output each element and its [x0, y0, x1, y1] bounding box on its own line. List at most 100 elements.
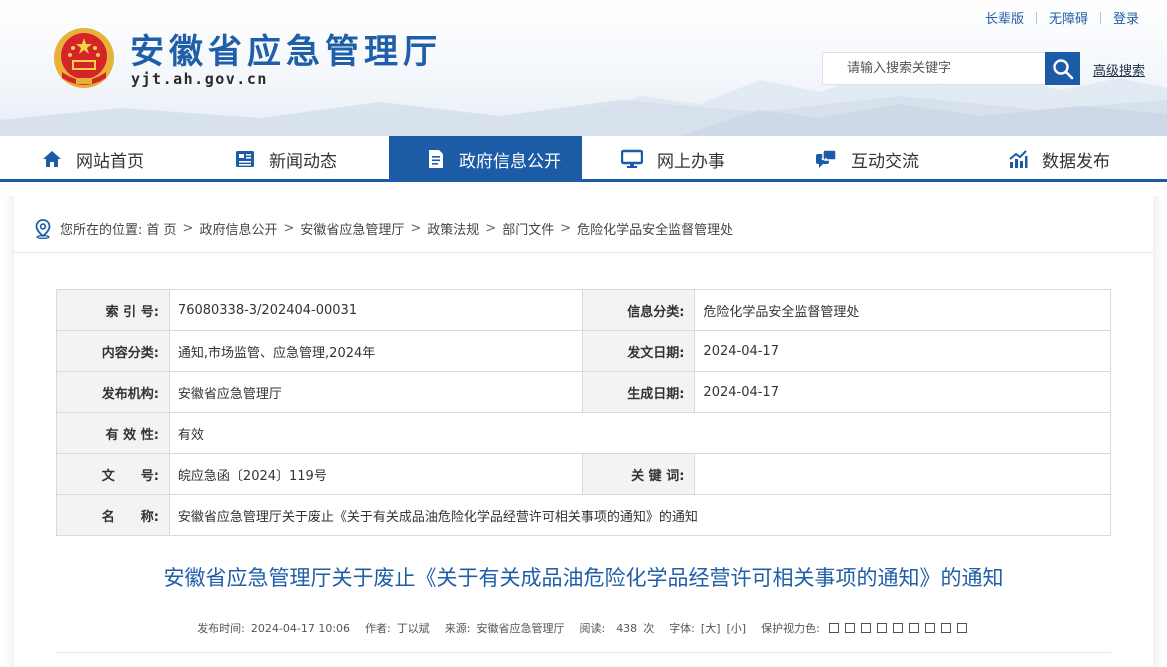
meta-label: 名 称:: [56, 494, 170, 536]
nav-label: 新闻动态: [269, 151, 337, 172]
meta-label: 索 引 号:: [56, 289, 170, 331]
nav-label: 网站首页: [76, 151, 144, 172]
table-row: 索 引 号: 76080338-3/202404-00031 信息分类: 危险化…: [56, 289, 1111, 331]
eye-color-swatch[interactable]: [860, 623, 871, 633]
meta-label: 信息分类:: [581, 289, 696, 331]
breadcrumb-policy[interactable]: 政策法规: [427, 219, 479, 238]
meta-value-publisher: 安徽省应急管理厅: [168, 371, 583, 413]
location-pin-icon: [34, 218, 52, 239]
author-label: 作者:: [365, 622, 391, 635]
breadcrumb-home[interactable]: 首 页: [146, 219, 176, 238]
eye-color-swatch[interactable]: [908, 623, 919, 633]
font-small-button[interactable]: [小]: [727, 620, 747, 636]
views-unit: 次: [643, 622, 655, 635]
table-row: 发布机构: 安徽省应急管理厅 生成日期: 2024-04-17: [56, 371, 1111, 413]
nav-item-online-service[interactable]: 网上办事: [621, 136, 725, 182]
eye-color-swatches: [826, 623, 970, 633]
table-row: 内容分类: 通知,市场监管、应急管理,2024年 发文日期: 2024-04-1…: [56, 330, 1111, 372]
home-icon: [42, 149, 62, 169]
accessibility-link[interactable]: 无障碍: [1037, 8, 1100, 27]
table-row: 名 称: 安徽省应急管理厅关于废止《关于有关成品油危险化学品经营许可相关事项的通…: [56, 494, 1112, 536]
breadcrumb-gov-info[interactable]: 政府信息公开: [199, 219, 277, 238]
chat-icon: [815, 149, 837, 169]
author: 丁以斌: [396, 622, 430, 635]
meta-value-created-date: 2024-04-17: [694, 371, 1111, 413]
breadcrumb-label: 您所在的位置:: [60, 223, 143, 238]
search-input[interactable]: [822, 52, 1046, 85]
site-domain: yjt.ah.gov.cn: [131, 70, 268, 88]
font-large-button[interactable]: [大]: [701, 620, 721, 636]
nav-item-home[interactable]: 网站首页: [42, 136, 144, 182]
table-row: 有 效 性: 有效: [56, 412, 1112, 454]
news-icon: [235, 149, 255, 169]
breadcrumb-separator: >: [283, 221, 295, 236]
meta-label: 发布机构:: [56, 371, 170, 413]
meta-label: 关 键 词:: [581, 453, 696, 495]
breadcrumb-dept-files[interactable]: 部门文件: [502, 219, 554, 238]
top-links: 长辈版 无障碍 登录: [973, 8, 1151, 27]
nav-item-gov-info[interactable]: 政府信息公开: [389, 136, 582, 182]
eye-color-swatch[interactable]: [924, 623, 935, 633]
breadcrumb-separator: >: [560, 221, 572, 236]
meta-label: 文 号:: [56, 453, 170, 495]
search-icon: [1052, 58, 1073, 79]
advanced-search-link[interactable]: 高级搜索: [1093, 60, 1145, 79]
font-size-label: 字体:: [669, 622, 695, 635]
chart-icon: [1008, 149, 1028, 169]
eye-protection-label: 保护视力色:: [761, 622, 820, 635]
meta-label: 内容分类:: [56, 330, 170, 372]
breadcrumb-current[interactable]: 危险化学品安全监督管理处: [577, 219, 733, 238]
breadcrumb-separator: >: [410, 221, 422, 236]
article-meta-bar: 发布时间: 2024-04-17 10:06 作者: 丁以斌 来源: 安徽省应急…: [0, 620, 1167, 636]
site-title: 安徽省应急管理厅: [130, 32, 442, 72]
site-header: 安徽省应急管理厅 yjt.ah.gov.cn 长辈版 无障碍 登录 高级搜索: [0, 0, 1167, 136]
meta-value-name: 安徽省应急管理厅关于废止《关于有关成品油危险化学品经营许可相关事项的通知》的通知: [168, 494, 1112, 536]
card-shadow-left: [4, 196, 14, 667]
eye-color-swatch[interactable]: [956, 623, 967, 633]
meta-value-keywords: [694, 453, 1111, 495]
nav-label: 互动交流: [851, 151, 919, 172]
meta-value-issue-date: 2024-04-17: [694, 330, 1111, 372]
eye-color-swatch[interactable]: [828, 623, 839, 633]
login-link[interactable]: 登录: [1101, 8, 1151, 27]
meta-label: 有 效 性:: [56, 412, 170, 454]
eye-color-swatch[interactable]: [844, 623, 855, 633]
eye-color-swatch[interactable]: [892, 623, 903, 633]
national-emblem-icon: [54, 28, 114, 88]
table-row: 文 号: 皖应急函〔2024〕119号 关 键 词:: [56, 453, 1111, 495]
divider: [56, 652, 1111, 653]
nav-item-news[interactable]: 新闻动态: [235, 136, 337, 182]
breadcrumb-separator: >: [485, 221, 497, 236]
nav-label: 数据发布: [1042, 151, 1110, 172]
breadcrumb-department[interactable]: 安徽省应急管理厅: [300, 219, 404, 238]
meta-value-index-no: 76080338-3/202404-00031: [168, 289, 583, 331]
nav-item-interaction[interactable]: 互动交流: [815, 136, 919, 182]
meta-value-doc-no: 皖应急函〔2024〕119号: [168, 453, 583, 495]
document-meta-table: 索 引 号: 76080338-3/202404-00031 信息分类: 危险化…: [56, 289, 1112, 536]
monitor-icon: [621, 149, 643, 169]
meta-value-validity: 有效: [168, 412, 1112, 454]
publish-time-label: 发布时间:: [197, 622, 245, 635]
nav-label: 网上办事: [657, 151, 725, 172]
source: 安徽省应急管理厅: [476, 622, 565, 635]
views-count: 438: [616, 621, 638, 635]
eye-color-swatch[interactable]: [876, 623, 887, 633]
article-title: 安徽省应急管理厅关于废止《关于有关成品油危险化学品经营许可相关事项的通知》的通知: [163, 566, 1004, 590]
publish-time: 2024-04-17 10:06: [250, 621, 351, 635]
nav-label: 政府信息公开: [459, 151, 561, 172]
source-label: 来源:: [444, 622, 471, 635]
meta-value-content-category: 通知,市场监管、应急管理,2024年: [168, 330, 583, 372]
eye-color-swatch[interactable]: [940, 623, 951, 633]
meta-label: 发文日期:: [581, 330, 696, 372]
breadcrumb-separator: >: [182, 221, 194, 236]
meta-label: 生成日期:: [581, 371, 696, 413]
search-button[interactable]: [1045, 52, 1080, 85]
breadcrumb: 您所在的位置: 首 页 > 政府信息公开 > 安徽省应急管理厅 > 政策法规 >…: [14, 205, 1153, 253]
meta-value-info-category: 危险化学品安全监督管理处: [694, 289, 1111, 331]
card-shadow-right: [1153, 196, 1163, 667]
main-nav: 网站首页 新闻动态 政府信息公开 网上办事 互动交流 数据发布: [0, 136, 1167, 182]
document-icon: [427, 149, 445, 169]
elder-mode-link[interactable]: 长辈版: [973, 8, 1036, 27]
nav-item-data-release[interactable]: 数据发布: [1008, 136, 1110, 182]
views-label: 阅读:: [579, 622, 606, 635]
